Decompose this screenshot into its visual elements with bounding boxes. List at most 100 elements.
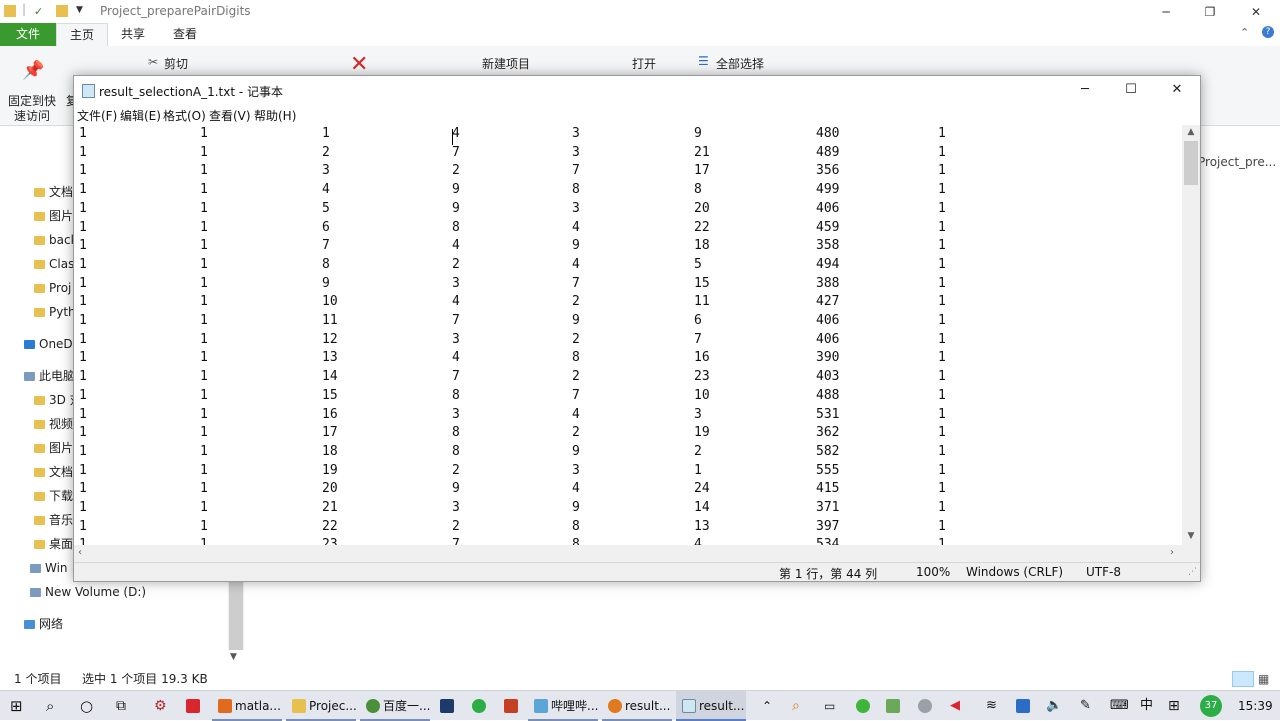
pen-icon[interactable]: ✎ — [1080, 691, 1091, 721]
taskbar-chrome[interactable]: 百度一... — [360, 691, 430, 721]
address-bar-fragment[interactable]: Project_pre... — [1198, 155, 1276, 169]
tab-share[interactable]: 共享 — [112, 23, 154, 46]
app-gear-icon[interactable]: ⚙ — [154, 691, 167, 721]
tray-app-icon-1[interactable] — [886, 691, 903, 721]
open-button[interactable]: 打开 — [632, 55, 656, 72]
menu-help[interactable]: 帮助(H) — [254, 107, 296, 124]
nav-item[interactable]: 网络 — [24, 613, 63, 635]
nav-item[interactable]: 此电脑 — [24, 365, 75, 387]
nav-item[interactable]: 下载 — [34, 485, 73, 507]
select-all-button[interactable]: 全部选择 — [716, 55, 764, 72]
wechat-icon[interactable] — [472, 691, 489, 721]
notepad-close-button[interactable]: ✕ — [1154, 76, 1200, 106]
volume-icon[interactable]: 🔈 — [1046, 691, 1062, 721]
chevron-down-icon[interactable]: ▼ — [76, 5, 88, 17]
nav-item[interactable]: 音乐 — [34, 509, 73, 531]
nav-item[interactable]: back — [34, 229, 78, 251]
menu-format[interactable]: 格式(O) — [163, 107, 206, 124]
nav-item[interactable]: 图片 — [34, 437, 73, 459]
ime-mode[interactable]: 中 — [1140, 691, 1153, 721]
taskbar-explorer[interactable]: Projec... — [286, 691, 357, 721]
text-line: 1 1 8 2 4 5 494 1 — [74, 256, 1182, 275]
menu-file[interactable]: 文件(F) — [77, 107, 117, 124]
nav-item[interactable]: 文档 — [34, 181, 73, 203]
tab-file[interactable]: 文件 — [0, 23, 56, 46]
tray-blue-icon[interactable] — [1016, 691, 1033, 721]
nav-item[interactable]: 文档 — [34, 461, 73, 483]
tab-view[interactable]: 查看 — [164, 23, 206, 46]
explorer-minimize-button[interactable]: ─ — [1143, 2, 1189, 22]
nav-item[interactable]: Proj — [34, 277, 71, 299]
tray-chevron-up-icon[interactable]: ⌃ — [762, 691, 772, 721]
ime-grid-icon[interactable]: ⊞ — [1168, 691, 1180, 721]
photoshop-icon[interactable] — [440, 691, 457, 721]
pin-label-2[interactable]: 速访问 — [14, 107, 50, 124]
menu-edit[interactable]: 编辑(E) — [120, 107, 161, 124]
horizontal-scrollbar[interactable]: ‹ › — [74, 545, 1182, 562]
powerpoint-icon[interactable] — [504, 691, 521, 721]
cortana-icon[interactable]: ○ — [80, 691, 93, 721]
new-item-button[interactable]: 新建项目 — [482, 55, 530, 72]
scroll-left-icon[interactable]: ‹ — [78, 547, 82, 558]
details-view-button[interactable] — [1232, 671, 1254, 687]
start-windows-icon[interactable]: ⊞ — [10, 691, 23, 721]
task-view-icon[interactable]: ⧉ — [116, 691, 126, 721]
tray-app-icon-2[interactable] — [918, 691, 935, 721]
clock[interactable]: 15:39 — [1238, 691, 1273, 721]
text-value: 24 — [694, 481, 710, 497]
wifi-icon[interactable]: ≋ — [986, 691, 997, 721]
taskbar-bilibili[interactable]: 哔哩哔... — [528, 691, 598, 721]
notepad-maximize-button[interactable]: ☐ — [1108, 76, 1154, 106]
notepad-title: result_selectionA_1.txt - 记事本 — [99, 85, 284, 99]
nav-item[interactable]: 图片 — [34, 205, 73, 227]
app-red-icon[interactable] — [186, 691, 203, 721]
vertical-scroll-thumb[interactable] — [1184, 141, 1198, 185]
menu-view[interactable]: 查看(V) — [209, 107, 251, 124]
resize-grip-icon[interactable]: ⋰ — [1188, 567, 1197, 577]
taskbar-matlab[interactable]: matla... — [212, 691, 282, 721]
select-all-icon[interactable]: ☰ — [698, 54, 709, 68]
text-value: 1 — [938, 518, 946, 534]
nav-scroll-down-icon[interactable]: ▼ — [230, 652, 237, 662]
taskbar-result-search[interactable]: result... — [602, 691, 672, 721]
scroll-right-icon[interactable]: › — [1170, 547, 1174, 558]
tray-battery-icon[interactable]: ▭ — [824, 691, 835, 721]
text-value: 2 — [694, 443, 702, 459]
scissors-icon[interactable]: ✂ — [148, 55, 158, 69]
nav-item[interactable]: Win — [30, 557, 68, 579]
new-folder-icon[interactable] — [56, 5, 68, 17]
tray-green-icon[interactable] — [856, 691, 873, 721]
tray-search-icon[interactable]: ⌕ — [792, 691, 800, 721]
notepad-text-area[interactable]: 1 1 1 4 3 9 480 1 1 1 2 7 3 21 489 1 1 1 3 2 7 17 356 1 1 1 4 9 8 8 49… — [74, 125, 1182, 545]
notification-badge[interactable]: 37 — [1200, 695, 1222, 717]
text-value: 8 — [694, 182, 702, 198]
keyboard-icon[interactable]: ⌨ — [1110, 691, 1129, 721]
tab-home[interactable]: 主页 — [56, 23, 108, 46]
explorer-close-button[interactable]: ✕ — [1233, 2, 1279, 22]
nav-item[interactable]: Pyth — [34, 301, 76, 323]
notepad-minimize-button[interactable]: ─ — [1062, 76, 1108, 106]
tray-speaker-red-icon[interactable]: ◀ — [950, 691, 960, 721]
vertical-scrollbar[interactable]: ▲ ▼ — [1182, 125, 1200, 545]
text-value: 8 — [452, 443, 460, 459]
search-icon[interactable]: ⌕ — [46, 691, 54, 721]
nav-item[interactable]: OneD — [24, 333, 73, 355]
large-icons-view-button[interactable]: ▦ — [1258, 671, 1274, 687]
taskbar-result-notepad[interactable]: result... — [676, 691, 746, 721]
collapse-ribbon-icon[interactable]: ⌃ — [1240, 26, 1249, 39]
nav-item[interactable]: 视频 — [34, 413, 73, 435]
cut-button[interactable]: 剪切 — [164, 55, 188, 72]
scroll-down-icon[interactable]: ▼ — [1182, 531, 1200, 541]
pin-icon[interactable]: 📌 — [22, 60, 44, 81]
checkmark-icon[interactable]: ✓ — [34, 5, 46, 18]
text-value: 8 — [452, 425, 460, 441]
nav-item[interactable]: Clas — [34, 253, 74, 275]
explorer-restore-button[interactable]: ❐ — [1187, 2, 1233, 22]
text-value: 1 — [938, 425, 946, 441]
help-icon[interactable]: ? — [1262, 26, 1274, 38]
nav-item[interactable]: New Volume (D:) — [30, 581, 146, 603]
scroll-up-icon[interactable]: ▲ — [1182, 127, 1200, 137]
nav-item[interactable]: 桌面 — [34, 533, 73, 555]
delete-icon[interactable]: ✕ — [350, 54, 368, 76]
text-value: 531 — [816, 406, 840, 422]
